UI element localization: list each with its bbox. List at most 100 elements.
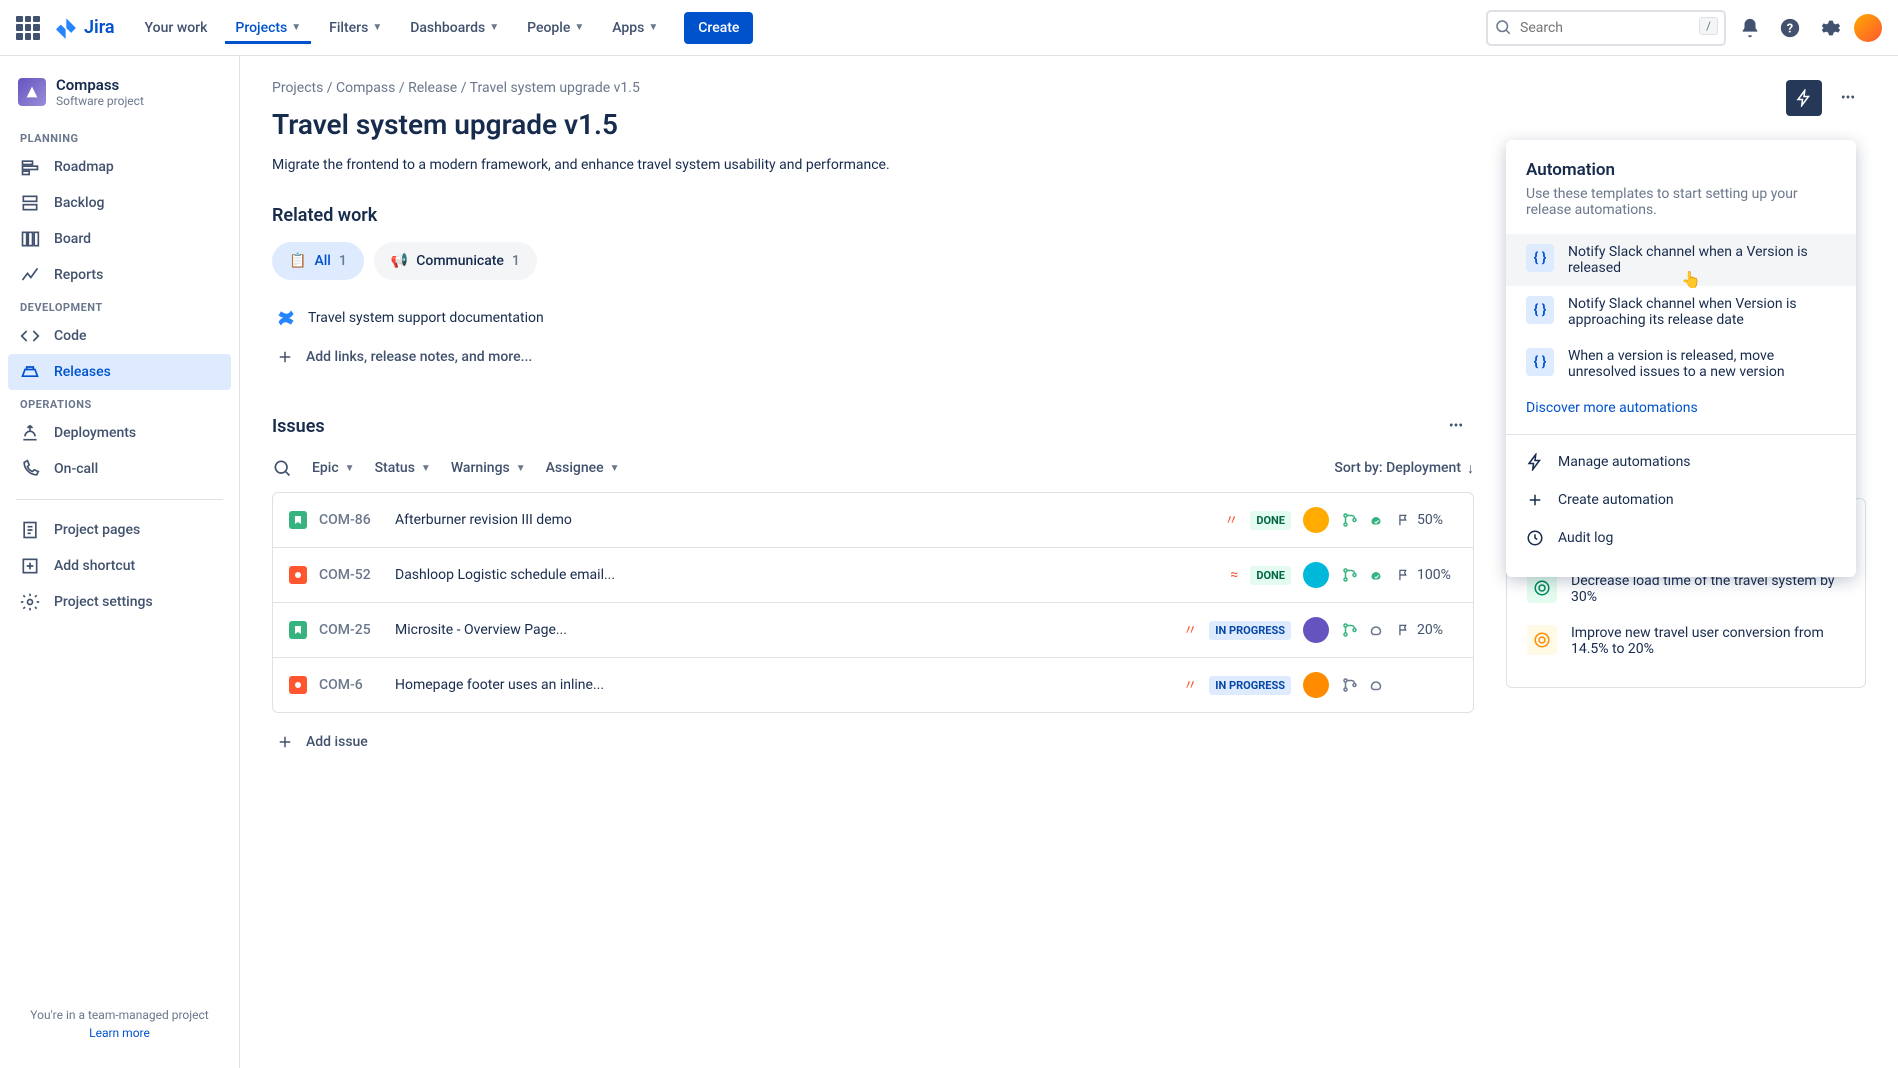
sidebar-oncall[interactable]: On-call xyxy=(8,451,231,487)
notifications-icon[interactable] xyxy=(1734,12,1766,44)
chevron-down-icon: ▼ xyxy=(648,22,658,33)
breadcrumb[interactable]: Projects / Compass / Release / Travel sy… xyxy=(272,80,1474,96)
nav-apps[interactable]: Apps▼ xyxy=(602,12,668,44)
jira-logo[interactable]: Jira xyxy=(56,17,115,39)
dev-status-icons xyxy=(1341,511,1385,529)
goal-item[interactable]: Improve new travel user conversion from … xyxy=(1527,615,1845,667)
nav-filters[interactable]: Filters▼ xyxy=(319,12,392,44)
description: Migrate the frontend to a modern framewo… xyxy=(272,157,1474,173)
project-icon xyxy=(18,78,46,106)
sidebar-pages[interactable]: Project pages xyxy=(8,512,231,548)
chevron-down-icon: ▼ xyxy=(489,22,499,33)
section-operations: OPERATIONS xyxy=(8,390,231,415)
tab-all[interactable]: 📋All1 xyxy=(272,242,364,280)
issue-key: COM-52 xyxy=(319,567,383,583)
sidebar-code[interactable]: Code xyxy=(8,318,231,354)
progress: 20% xyxy=(1397,622,1457,638)
plus-icon xyxy=(1526,491,1544,509)
project-header[interactable]: Compass Software project xyxy=(8,72,231,124)
filter-epic[interactable]: Epic▼ xyxy=(312,460,355,476)
sort-by[interactable]: Sort by: Deployment ↓ xyxy=(1334,460,1474,477)
priority-icon: 〃 xyxy=(1224,510,1238,530)
progress: 100% xyxy=(1397,567,1457,583)
issue-row[interactable]: COM-25 Microsite - Overview Page... 〃 IN… xyxy=(273,603,1473,658)
sidebar-roadmap[interactable]: Roadmap xyxy=(8,149,231,185)
automation-template[interactable]: { }Notify Slack channel when Version is … xyxy=(1526,286,1836,338)
svg-text:?: ? xyxy=(1787,21,1793,36)
top-nav: Jira Your work Projects▼ Filters▼ Dashbo… xyxy=(0,0,1898,56)
search-box: / xyxy=(1486,10,1726,46)
status-badge: IN PROGRESS xyxy=(1209,676,1291,695)
sidebar-footer: You're in a team-managed project Learn m… xyxy=(8,996,231,1052)
settings-icon[interactable] xyxy=(1814,12,1846,44)
nav-your-work[interactable]: Your work xyxy=(135,12,218,44)
issue-title: Microsite - Overview Page... xyxy=(395,622,1171,638)
dev-status-icons xyxy=(1341,676,1385,694)
assignee-avatar[interactable] xyxy=(1303,562,1329,588)
related-work-title: Related work xyxy=(272,205,1474,226)
app-switcher-icon[interactable] xyxy=(16,16,40,40)
nav-dashboards[interactable]: Dashboards▼ xyxy=(400,12,509,44)
confluence-icon xyxy=(276,308,296,328)
section-planning: PLANNING xyxy=(8,124,231,149)
related-link[interactable]: Travel system support documentation xyxy=(272,298,1474,338)
target-icon xyxy=(1527,625,1557,655)
progress: 50% xyxy=(1397,512,1457,528)
automation-button[interactable] xyxy=(1786,80,1822,116)
add-link-button[interactable]: Add links, release notes, and more... xyxy=(272,338,1474,376)
user-avatar[interactable] xyxy=(1854,14,1882,42)
issue-type-story-icon xyxy=(289,511,307,529)
sidebar-backlog[interactable]: Backlog xyxy=(8,185,231,221)
add-issue-button[interactable]: Add issue xyxy=(272,723,1474,761)
issue-row[interactable]: COM-86 Afterburner revision III demo 〃 D… xyxy=(273,493,1473,548)
search-issues-icon[interactable] xyxy=(272,458,292,478)
issue-list: COM-86 Afterburner revision III demo 〃 D… xyxy=(272,492,1474,713)
dev-status-icons xyxy=(1341,566,1385,584)
issue-key: COM-86 xyxy=(319,512,383,528)
section-development: DEVELOPMENT xyxy=(8,293,231,318)
issue-type-bug-icon xyxy=(289,676,307,694)
issue-key: COM-25 xyxy=(319,622,383,638)
discover-automations-link[interactable]: Discover more automations xyxy=(1526,390,1836,426)
manage-automations[interactable]: Manage automations xyxy=(1526,443,1836,481)
issue-type-story-icon xyxy=(289,621,307,639)
issue-title: Afterburner revision III demo xyxy=(395,512,1212,528)
assignee-avatar[interactable] xyxy=(1303,507,1329,533)
automation-template[interactable]: { }When a version is released, move unre… xyxy=(1526,338,1836,390)
assignee-avatar[interactable] xyxy=(1303,672,1329,698)
sidebar-settings[interactable]: Project settings xyxy=(8,584,231,620)
plus-icon xyxy=(276,348,294,366)
assignee-avatar[interactable] xyxy=(1303,617,1329,643)
nav-projects[interactable]: Projects▼ xyxy=(225,12,311,44)
search-shortcut: / xyxy=(1699,17,1718,35)
sidebar-deployments[interactable]: Deployments xyxy=(8,415,231,451)
filter-status[interactable]: Status▼ xyxy=(375,460,431,476)
target-icon xyxy=(1527,573,1557,603)
sidebar-board[interactable]: Board xyxy=(8,221,231,257)
sidebar-reports[interactable]: Reports xyxy=(8,257,231,293)
sidebar: Compass Software project PLANNING Roadma… xyxy=(0,56,240,1068)
search-input[interactable] xyxy=(1486,10,1726,46)
sidebar-shortcut[interactable]: Add shortcut xyxy=(8,548,231,584)
project-type: Software project xyxy=(56,94,144,108)
issue-row[interactable]: COM-6 Homepage footer uses an inline... … xyxy=(273,658,1473,712)
more-actions-icon[interactable]: ••• xyxy=(1830,80,1866,116)
issues-title: Issues xyxy=(272,416,325,437)
help-icon[interactable]: ? xyxy=(1774,12,1806,44)
project-name: Compass xyxy=(56,76,144,94)
page-title: Travel system upgrade v1.5 xyxy=(272,108,618,141)
create-automation[interactable]: Create automation xyxy=(1526,481,1836,519)
sidebar-releases[interactable]: Releases xyxy=(8,354,231,390)
audit-log[interactable]: Audit log xyxy=(1526,519,1836,557)
filter-assignee[interactable]: Assignee▼ xyxy=(546,460,620,476)
issue-row[interactable]: COM-52 Dashloop Logistic schedule email.… xyxy=(273,548,1473,603)
learn-more-link[interactable]: Learn more xyxy=(20,1026,219,1040)
issue-title: Homepage footer uses an inline... xyxy=(395,677,1171,693)
create-button[interactable]: Create xyxy=(684,12,753,44)
tab-communicate[interactable]: 📢Communicate1 xyxy=(374,242,537,280)
automation-template[interactable]: { }Notify Slack channel when a Version i… xyxy=(1506,234,1856,286)
nav-people[interactable]: People▼ xyxy=(517,12,594,44)
filter-warnings[interactable]: Warnings▼ xyxy=(451,460,526,476)
issues-more-icon[interactable]: ••• xyxy=(1438,408,1474,444)
status-badge: DONE xyxy=(1250,566,1291,585)
